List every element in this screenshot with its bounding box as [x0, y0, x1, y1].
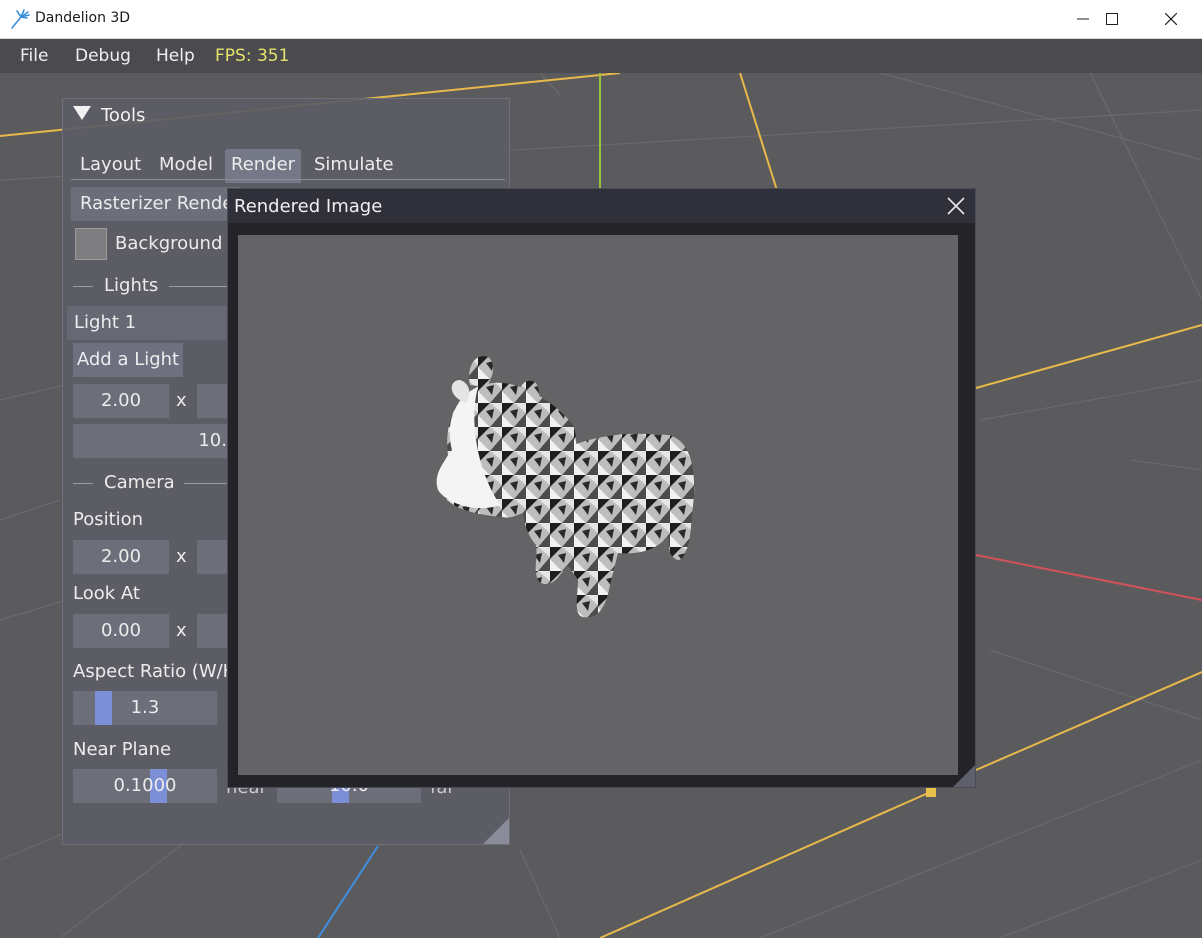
tab-simulate[interactable]: Simulate	[308, 149, 400, 183]
near-plane-label: Near Plane	[73, 739, 172, 760]
renderer-select[interactable]: Rasterizer Rende	[71, 187, 240, 221]
look-at-x-input[interactable]: 0.00	[73, 614, 169, 648]
tools-title: Tools	[101, 105, 146, 126]
title-bar: Dandelion 3D	[0, 0, 1202, 39]
dandelion-app-icon	[9, 8, 31, 34]
aspect-ratio-slider[interactable]: 1.3	[73, 691, 217, 725]
camera-position-y-input[interactable]	[197, 540, 227, 574]
menu-help[interactable]: Help	[156, 46, 195, 66]
light-intensity-input[interactable]: 10.	[73, 424, 227, 458]
aspect-ratio-label: Aspect Ratio (W/H	[73, 661, 237, 682]
aspect-ratio-slider-grab[interactable]	[95, 691, 112, 725]
rendered-image-resize-grip[interactable]	[953, 765, 975, 787]
add-light-button[interactable]: Add a Light	[73, 343, 183, 377]
background-color-swatch[interactable]	[75, 228, 107, 260]
rendered-image-title: Rendered Image	[234, 196, 383, 217]
tools-header[interactable]: Tools	[73, 105, 145, 126]
menu-bar: File Debug Help FPS: 351	[0, 39, 1202, 73]
rendered-image-canvas	[238, 235, 958, 775]
cow-model-render	[436, 356, 695, 618]
lights-separator-left	[73, 286, 93, 287]
camera-position-x-input[interactable]: 2.00	[73, 540, 169, 574]
cow-shape	[436, 356, 695, 618]
camera-separator-left	[73, 483, 93, 484]
look-at-label: Look At	[73, 583, 140, 604]
menu-file[interactable]: File	[20, 46, 48, 66]
close-icon[interactable]	[945, 195, 967, 217]
light-x-axis-label: x	[176, 390, 187, 411]
camera-separator-right	[184, 483, 229, 484]
tools-resize-grip[interactable]	[483, 818, 509, 844]
near-plane-value: 0.1000	[113, 775, 177, 796]
tab-model[interactable]: Model	[153, 149, 219, 183]
camera-section-title: Camera	[104, 472, 175, 493]
maximize-button[interactable]	[1083, 0, 1141, 38]
close-icon	[1165, 13, 1177, 25]
camera-position-x-axis-label: x	[176, 546, 187, 567]
near-plane-slider[interactable]: 0.1000	[73, 769, 217, 803]
look-at-y-input[interactable]	[197, 614, 227, 648]
fps-counter: FPS: 351	[215, 46, 290, 66]
menu-debug[interactable]: Debug	[75, 46, 131, 66]
look-at-x-axis-label: x	[176, 620, 187, 641]
light-position-x-input[interactable]: 2.00	[73, 384, 169, 418]
close-button[interactable]	[1142, 0, 1200, 38]
collapse-triangle-icon[interactable]	[73, 106, 91, 120]
window-title: Dandelion 3D	[35, 10, 131, 26]
background-color-label: Background (	[115, 233, 236, 254]
rendered-image-titlebar[interactable]: Rendered Image	[228, 189, 975, 223]
rendered-image-window: Rendered Image	[227, 188, 976, 788]
camera-position-label: Position	[73, 509, 144, 530]
light-list-item[interactable]: Light 1	[67, 306, 234, 340]
tab-layout[interactable]: Layout	[74, 149, 147, 183]
lights-section-title: Lights	[104, 275, 159, 296]
aspect-ratio-value: 1.3	[130, 697, 160, 718]
maximize-icon	[1106, 13, 1118, 25]
light-position-y-input[interactable]	[197, 384, 227, 418]
tab-render[interactable]: Render	[225, 149, 302, 183]
tab-underline	[71, 179, 505, 180]
lights-separator-right	[169, 286, 229, 287]
